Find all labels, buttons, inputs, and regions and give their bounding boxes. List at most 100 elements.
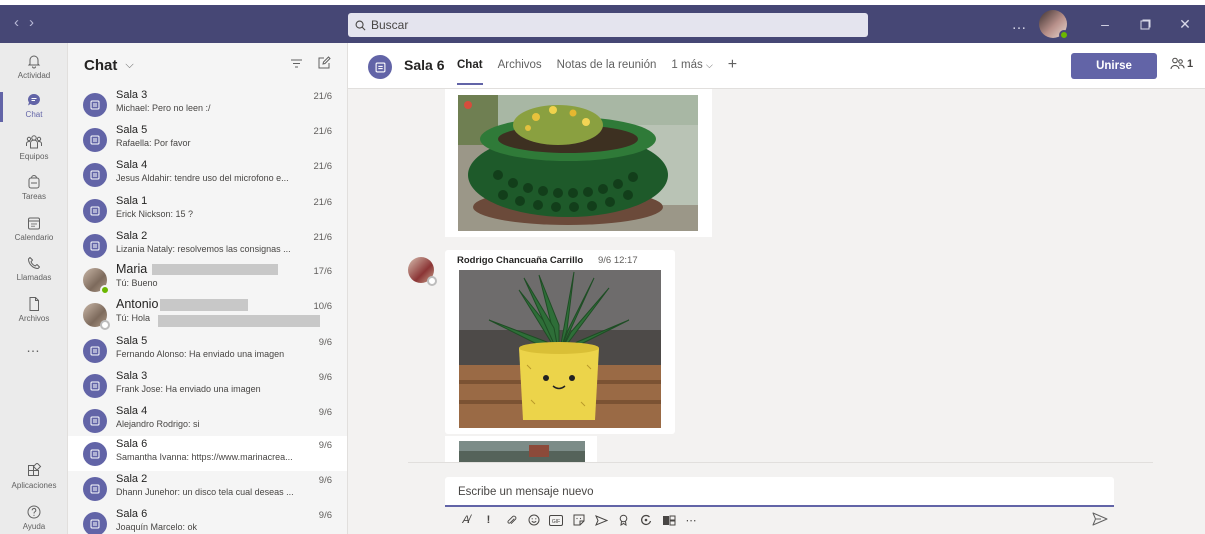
help-icon [27, 505, 41, 519]
chat-item-date: 21/6 [313, 91, 333, 102]
more-apps-icon[interactable]: … [0, 339, 68, 355]
join-button[interactable]: Unirse [1071, 53, 1157, 79]
chat-item-preview: Joaquín Marcelo: ok [116, 522, 198, 532]
tab-meeting-notes[interactable]: Notas de la reunión [557, 59, 657, 77]
rail-item-calendar[interactable]: Calendario [0, 215, 68, 242]
chevron-down-icon: ⌵ [705, 60, 713, 70]
tab-more[interactable]: 1 más ⌵ [671, 59, 712, 77]
chat-item[interactable]: Sala 3 Michael: Pero no leen :/ 21/6 [68, 87, 347, 121]
title-bar: ‹› Buscar … – ✕ [0, 5, 1205, 43]
rail-item-chat[interactable]: Chat [0, 92, 68, 122]
group-chat-icon [83, 409, 107, 433]
sticker-icon[interactable] [568, 514, 590, 526]
more-options-icon[interactable]: … [1005, 16, 1033, 33]
compose-divider [408, 462, 1153, 463]
pineapple-pot-photo[interactable] [459, 270, 661, 428]
chat-item[interactable]: Sala 1 Erick Nickson: 15 ? 21/6 [68, 193, 347, 227]
sender-avatar[interactable] [408, 257, 437, 286]
compose-box[interactable]: Escribe un mensaje nuevo [445, 477, 1114, 507]
chat-item-date: 17/6 [313, 266, 333, 277]
chat-item[interactable]: Sala 3 Frank Jose: Ha enviado una imagen… [68, 368, 347, 402]
rail-label: Chat [25, 110, 43, 119]
compose-toolbar: A̸ ! GIF ⋯ [455, 511, 1125, 529]
back-arrow-icon[interactable]: ‹ [14, 14, 29, 31]
format-icon[interactable]: A̸ [455, 514, 477, 526]
attach-icon[interactable] [500, 515, 522, 526]
rail-item-teams[interactable]: Equipos [0, 134, 68, 161]
chat-item[interactable]: Sala 5 Fernando Alonso: Ha enviado una i… [68, 333, 347, 367]
chat-list-panel: Chat ⌵ Sala 3 Michael: Pero no leen :/ 2… [68, 43, 348, 534]
forward-arrow-icon[interactable]: › [29, 14, 44, 31]
loop-icon[interactable] [635, 514, 657, 526]
redacted-block [160, 299, 248, 311]
participants-button[interactable]: 1 [1170, 57, 1193, 70]
emoji-icon[interactable] [523, 514, 545, 526]
chat-item-name: Maria [116, 262, 148, 276]
more-options-icon[interactable]: ⋯ [680, 514, 702, 527]
status-available-icon [100, 285, 110, 295]
chat-item-selected[interactable]: Sala 6 Samantha Ivanna: https://www.mari… [68, 436, 347, 471]
chat-item-preview: Fernando Alonso: Ha enviado una imagen [116, 349, 285, 359]
new-chat-icon[interactable] [317, 56, 331, 70]
chat-item-preview: Rafaella: Por favor [116, 138, 191, 148]
chat-item[interactable]: Sala 2 Dhann Junehor: un disco tela cual… [68, 471, 347, 505]
redacted-block [152, 264, 278, 275]
rail-label: Actividad [17, 71, 51, 80]
rail-item-tasks[interactable]: Tareas [0, 174, 68, 201]
image-attachment[interactable] [445, 436, 597, 463]
rail-label: Archivos [18, 314, 50, 323]
chat-item[interactable]: Sala 4 Alejandro Rodrigo: si 9/6 [68, 403, 347, 437]
rail-label: Equipos [19, 152, 49, 161]
rail-item-apps[interactable]: Aplicaciones [0, 463, 68, 490]
tab-chat[interactable]: Chat [457, 59, 483, 85]
add-tab-icon[interactable]: + [728, 56, 737, 74]
chat-item[interactable]: Sala 4 Jesus Aldahir: tendre uso del mic… [68, 157, 347, 191]
chat-item-preview: Lizania Nataly: resolvemos las consignas… [116, 244, 291, 254]
user-avatar[interactable] [1039, 10, 1069, 40]
chat-item[interactable]: Antonio Tú: Hola 10/6 [68, 297, 347, 331]
chat-item-name: Sala 5 [116, 335, 148, 347]
important-icon[interactable]: ! [478, 514, 500, 526]
participants-count: 1 [1187, 57, 1194, 70]
search-input[interactable]: Buscar [348, 13, 868, 37]
chat-item-name: Sala 4 [116, 159, 148, 171]
chat-item-name: Sala 3 [116, 370, 148, 382]
rail-item-calls[interactable]: Llamadas [0, 255, 68, 282]
close-icon[interactable]: ✕ [1165, 5, 1205, 43]
rail-item-files[interactable]: Archivos [0, 296, 68, 323]
maximize-icon[interactable] [1125, 5, 1165, 43]
search-placeholder: Buscar [371, 18, 409, 32]
group-chat-icon [83, 477, 107, 501]
chat-list-header: Chat ⌵ [68, 43, 347, 87]
chat-item[interactable]: Sala 2 Lizania Nataly: resolvemos las co… [68, 228, 347, 262]
group-chat-icon [83, 199, 107, 223]
chat-item-name: Sala 2 [116, 230, 148, 242]
phone-icon [28, 257, 40, 269]
meet-now-icon[interactable] [590, 514, 612, 526]
praise-icon[interactable] [613, 514, 635, 526]
chat-item-preview: Samantha Ivanna: https://www.marinacrea.… [116, 452, 293, 462]
nav-arrows[interactable]: ‹› [14, 14, 44, 31]
tab-files[interactable]: Archivos [498, 59, 542, 77]
chat-item-date: 9/6 [318, 407, 332, 418]
chat-item[interactable]: Sala 6 Joaquín Marcelo: ok 9/6 [68, 506, 347, 534]
rail-item-help[interactable]: Ayuda [0, 504, 68, 531]
chat-item-date: 21/6 [313, 197, 333, 208]
chat-list-title[interactable]: Chat [84, 57, 117, 74]
calendar-icon [28, 217, 40, 230]
apps-board-icon[interactable] [658, 515, 680, 526]
redacted-block [158, 315, 320, 327]
send-icon[interactable] [1092, 512, 1108, 526]
app-rail: Actividad Chat Equipos Tareas Calendario… [0, 43, 68, 534]
chat-item[interactable]: Sala 5 Rafaella: Por favor 21/6 [68, 122, 347, 156]
filter-icon[interactable] [290, 57, 303, 70]
gif-icon[interactable]: GIF [545, 514, 567, 526]
rail-item-activity[interactable]: Actividad [0, 53, 68, 80]
chat-item[interactable]: Maria Tú: Bueno 17/6 [68, 262, 347, 296]
chevron-down-icon[interactable]: ⌵ [125, 59, 133, 72]
minimize-icon[interactable]: – [1085, 5, 1125, 43]
chat-item-date: 21/6 [313, 126, 333, 137]
bell-icon [27, 55, 41, 69]
image-attachment[interactable] [445, 89, 712, 237]
group-chat-icon [83, 163, 107, 187]
